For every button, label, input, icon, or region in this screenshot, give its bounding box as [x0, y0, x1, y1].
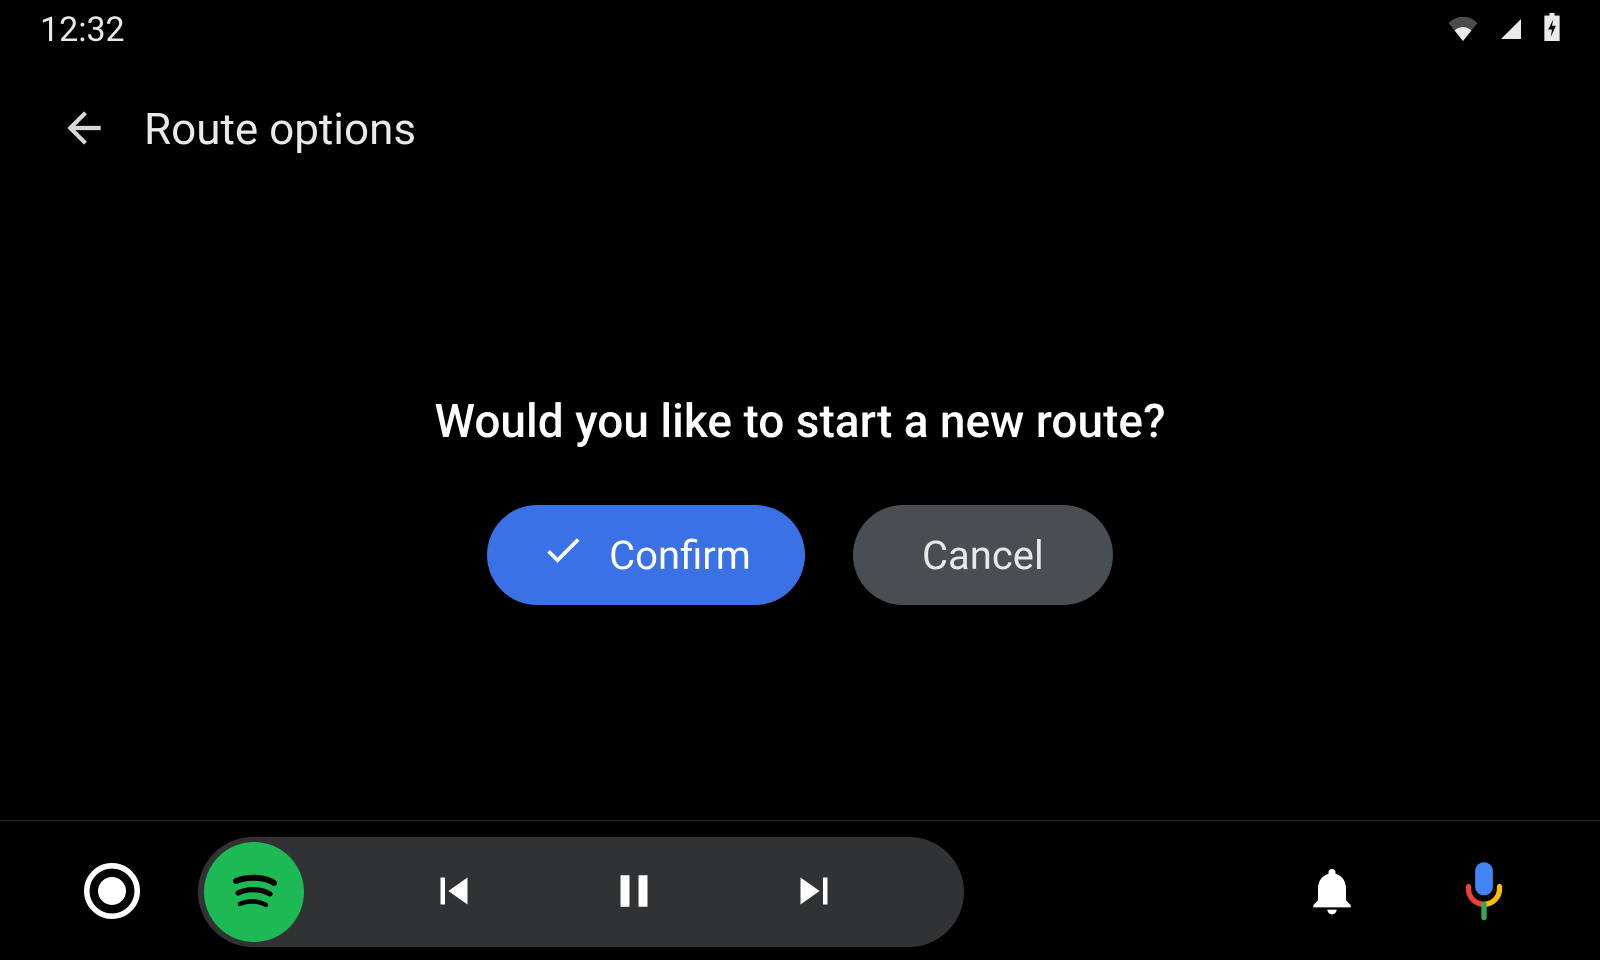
- divider: [0, 820, 1600, 821]
- bottom-right-group: [1296, 856, 1520, 928]
- confirm-label: Confirm: [609, 532, 751, 579]
- notifications-button[interactable]: [1296, 856, 1368, 928]
- app-bar: Route options: [0, 84, 1600, 174]
- wifi-icon: [1448, 10, 1478, 50]
- pause-icon: [607, 864, 661, 921]
- check-icon: [541, 528, 585, 582]
- next-track-button[interactable]: [744, 842, 884, 942]
- confirm-button[interactable]: Confirm: [487, 505, 805, 605]
- status-bar: 12:32: [0, 0, 1600, 60]
- status-icons: [1448, 10, 1560, 50]
- status-time: 12:32: [40, 10, 125, 50]
- home-button[interactable]: [80, 860, 144, 924]
- mic-icon: [1457, 860, 1511, 925]
- dialog-content: Would you like to start a new route? Con…: [0, 190, 1600, 810]
- skip-previous-icon: [427, 864, 481, 921]
- skip-next-icon: [787, 864, 841, 921]
- dialog-question: Would you like to start a new route?: [435, 395, 1166, 449]
- bottom-bar: [0, 824, 1600, 960]
- voice-assistant-button[interactable]: [1448, 856, 1520, 928]
- page-title: Route options: [144, 103, 416, 155]
- battery-charging-icon: [1544, 10, 1560, 50]
- back-button[interactable]: [56, 101, 112, 157]
- cellular-icon: [1498, 10, 1524, 50]
- bell-icon: [1304, 863, 1360, 922]
- media-controls: [198, 837, 964, 947]
- media-app-button[interactable]: [204, 842, 304, 942]
- spotify-icon: [222, 859, 286, 926]
- play-pause-button[interactable]: [564, 842, 704, 942]
- cancel-label: Cancel: [922, 532, 1044, 579]
- circle-icon: [84, 863, 140, 922]
- dialog-buttons: Confirm Cancel: [487, 505, 1113, 605]
- arrow-back-icon: [59, 103, 109, 156]
- previous-track-button[interactable]: [384, 842, 524, 942]
- cancel-button[interactable]: Cancel: [853, 505, 1113, 605]
